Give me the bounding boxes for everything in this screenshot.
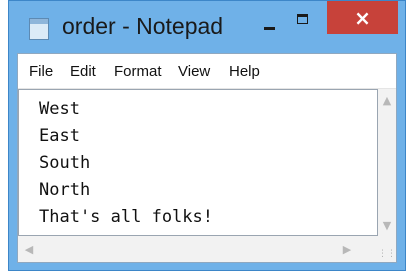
resize-grip-icon[interactable]: ⋮⋮: [378, 236, 396, 262]
chevron-right-icon[interactable]: ▶: [338, 240, 356, 258]
chevron-left-icon[interactable]: ◀: [20, 240, 38, 258]
maximize-icon: [296, 14, 308, 24]
text-editor[interactable]: West East South North That's all folks!: [18, 89, 378, 236]
window-title: order - Notepad: [62, 13, 224, 39]
chevron-down-icon[interactable]: ▼: [378, 216, 396, 234]
menu-format[interactable]: Format: [114, 63, 162, 80]
editor-content: West East South North That's all folks!: [39, 96, 213, 231]
horizontal-scrollbar[interactable]: ◀ ▶: [18, 236, 378, 262]
vertical-scrollbar[interactable]: ▲ ▼: [378, 89, 396, 236]
notepad-app-icon[interactable]: [29, 18, 49, 40]
editor-line: East: [39, 126, 80, 146]
editor-line: South: [39, 153, 91, 173]
editor-line: West: [39, 99, 80, 119]
menu-edit[interactable]: Edit: [70, 63, 96, 80]
notepad-window: order - Notepad × File Edit Format View …: [8, 0, 406, 271]
close-button[interactable]: ×: [327, 1, 398, 34]
client-area: File Edit Format View Help West East Sou…: [17, 53, 397, 263]
close-icon: ×: [354, 5, 371, 30]
minimize-icon: [263, 26, 275, 30]
maximize-button[interactable]: [289, 9, 315, 29]
menu-help[interactable]: Help: [229, 63, 260, 80]
menu-file[interactable]: File: [29, 63, 53, 80]
minimize-button[interactable]: [256, 17, 282, 37]
menu-view[interactable]: View: [178, 63, 210, 80]
editor-line: North: [39, 180, 91, 200]
chevron-up-icon[interactable]: ▲: [378, 91, 396, 109]
title-bar[interactable]: order - Notepad ×: [9, 1, 405, 53]
editor-line: That's all folks!: [39, 207, 213, 227]
menu-bar: File Edit Format View Help: [18, 54, 396, 89]
